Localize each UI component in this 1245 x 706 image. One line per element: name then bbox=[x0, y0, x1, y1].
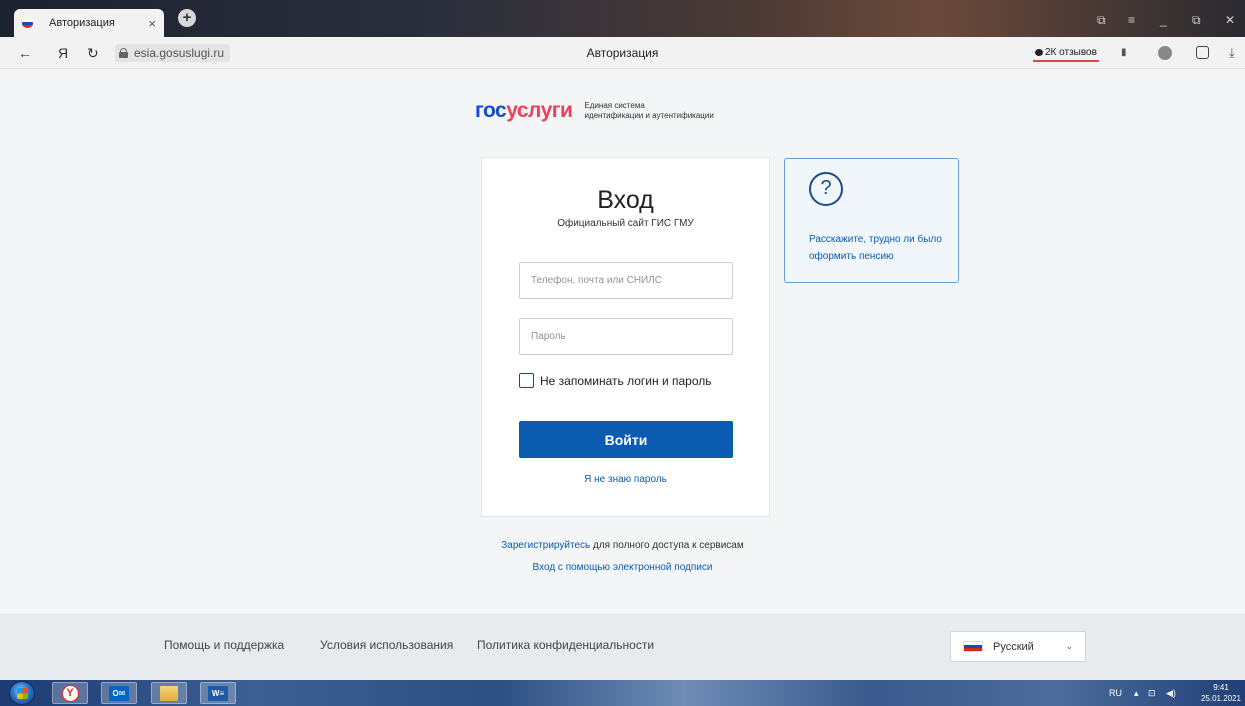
speech-bubble-icon bbox=[1035, 48, 1043, 56]
login-subtitle: Официальный сайт ГИС ГМУ bbox=[557, 218, 694, 229]
reviews-button[interactable]: 2К отзывов bbox=[1033, 44, 1099, 62]
keyboard-language[interactable]: RU bbox=[1109, 680, 1122, 706]
password-input[interactable] bbox=[519, 318, 733, 355]
url-field[interactable]: esia.gosuslugi.ru bbox=[115, 44, 231, 62]
taskbar-yandex-browser[interactable]: Y bbox=[52, 682, 88, 704]
yandex-home-icon[interactable]: Я bbox=[58, 45, 68, 61]
tabs-menu-icon[interactable]: ⧉ bbox=[1097, 13, 1106, 28]
reload-icon[interactable]: ↻ bbox=[87, 45, 99, 62]
browser-menu-icon[interactable]: ≡ bbox=[1128, 13, 1135, 27]
system-clock[interactable]: 9:41 25.01.2021 bbox=[1200, 682, 1242, 704]
footer-terms-link[interactable]: Условия использования bbox=[320, 638, 453, 652]
reviews-label: 2К отзывов bbox=[1045, 46, 1097, 58]
volume-icon[interactable]: ◀) bbox=[1166, 680, 1176, 706]
page-content: госуслуги Единая система идентификации и… bbox=[0, 69, 1245, 614]
login-input[interactable] bbox=[519, 262, 733, 299]
taskbar-word[interactable]: W≡ bbox=[200, 682, 236, 704]
russian-flag-icon bbox=[963, 641, 983, 652]
gosuslugi-logo[interactable]: госуслуги Единая система идентификации и… bbox=[475, 99, 714, 123]
browser-tab[interactable]: Авторизация × bbox=[14, 9, 164, 37]
esign-login-link[interactable]: Вход с помощью электронной подписи bbox=[0, 562, 1245, 573]
lock-icon bbox=[119, 48, 128, 58]
clock-time: 9:41 bbox=[1213, 683, 1229, 692]
minimize-button[interactable]: _ bbox=[1160, 13, 1167, 27]
outlook-icon: O✉ bbox=[109, 685, 129, 701]
feedback-text[interactable]: Расскажите, трудно ли было оформить пенс… bbox=[809, 231, 949, 265]
site-favicon-icon bbox=[22, 18, 33, 28]
download-icon[interactable]: ⤓ bbox=[1229, 45, 1235, 61]
back-arrow-icon[interactable]: ← bbox=[18, 45, 32, 61]
os-taskbar: Y O✉ W≡ RU ▴ ⊡ ◀) 9:41 25.01.2021 bbox=[0, 680, 1245, 706]
forgot-password-link[interactable]: Я не знаю пароль bbox=[482, 474, 769, 485]
logo-subtitle: Единая система идентификации и аутентифи… bbox=[584, 101, 714, 120]
chevron-down-icon: ⌄ bbox=[1065, 641, 1073, 651]
tab-close-icon[interactable]: × bbox=[148, 16, 156, 31]
language-select[interactable]: Русский ⌄ bbox=[950, 631, 1086, 662]
remember-label[interactable]: Не запоминать логин и пароль bbox=[540, 374, 712, 388]
new-tab-button[interactable]: + bbox=[178, 9, 196, 27]
question-icon: ? bbox=[809, 172, 843, 206]
remember-checkbox[interactable] bbox=[519, 373, 534, 388]
register-line: Зарегистрируйтесь для полного доступа к … bbox=[0, 540, 1245, 551]
language-name: Русский bbox=[993, 640, 1034, 653]
login-card: Вход Официальный сайт ГИС ГМУ Не запомин… bbox=[481, 157, 770, 517]
footer-help-link[interactable]: Помощь и поддержка bbox=[164, 638, 284, 652]
register-link[interactable]: Зарегистрируйтесь bbox=[501, 540, 590, 551]
word-icon: W≡ bbox=[208, 685, 228, 701]
extension-avatar-icon[interactable] bbox=[1158, 46, 1172, 60]
clock-date: 25.01.2021 bbox=[1200, 694, 1242, 703]
address-bar: Авторизация ← Я ↻ esia.gosuslugi.ru 2К о… bbox=[0, 37, 1245, 69]
start-button[interactable] bbox=[9, 681, 35, 705]
tab-title: Авторизация bbox=[49, 17, 115, 29]
yandex-browser-icon: Y bbox=[61, 684, 79, 702]
network-icon[interactable]: ⊡ bbox=[1148, 680, 1156, 706]
remember-option[interactable]: Не запоминать логин и пароль bbox=[519, 373, 712, 388]
extension-shield-icon[interactable] bbox=[1196, 46, 1209, 59]
restore-button[interactable]: ⧉ bbox=[1192, 13, 1201, 28]
login-button[interactable]: Войти bbox=[519, 421, 733, 458]
bookmark-icon[interactable]: ▮ bbox=[1121, 47, 1127, 58]
site-footer: Помощь и поддержка Условия использования… bbox=[0, 614, 1245, 680]
taskbar-outlook[interactable]: O✉ bbox=[101, 682, 137, 704]
footer-privacy-link[interactable]: Политика конфиденциальности bbox=[477, 638, 654, 652]
close-window-button[interactable]: ✕ bbox=[1225, 13, 1235, 27]
tray-expand-icon[interactable]: ▴ bbox=[1134, 680, 1139, 706]
login-title: Вход bbox=[597, 186, 654, 214]
register-text: для полного доступа к сервисам bbox=[590, 540, 744, 551]
feedback-card[interactable]: ? Расскажите, трудно ли было оформить пе… bbox=[784, 158, 959, 283]
browser-tab-strip: Авторизация × + ⧉ ≡ _ ⧉ ✕ bbox=[0, 0, 1245, 37]
url-text: esia.gosuslugi.ru bbox=[134, 46, 225, 60]
logo-wordmark: госуслуги bbox=[475, 99, 573, 122]
taskbar-explorer[interactable] bbox=[151, 682, 187, 704]
folder-icon bbox=[160, 685, 178, 701]
